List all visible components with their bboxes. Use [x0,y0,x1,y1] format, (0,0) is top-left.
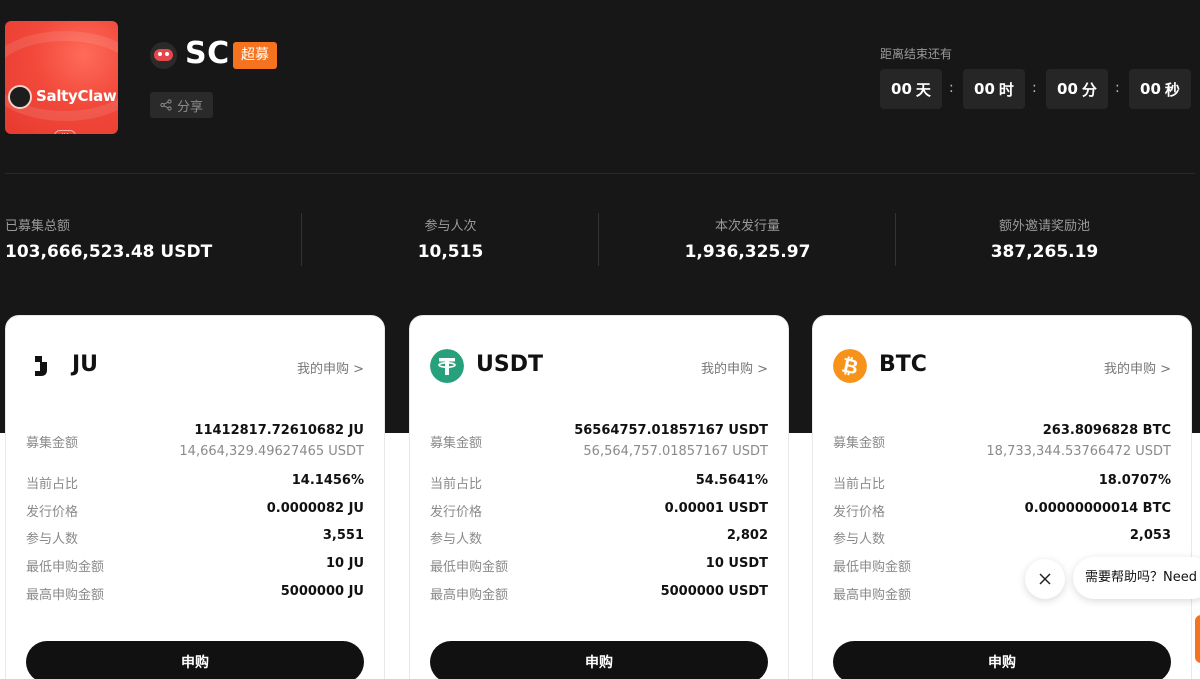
countdown-days: 00 天 [880,69,942,109]
card-token-name: BTC [879,352,927,377]
row-value: 2,802 [726,528,768,543]
row-subvalue: 56,564,757.01857167 USDT [583,444,768,459]
row-value: 10 JU [325,556,364,571]
share-button[interactable]: 分享 [150,92,213,118]
row-label: 发行价格 [26,505,79,520]
usdt-icon [430,349,464,383]
row-subvalue: 18,733,344.53766472 USDT [986,444,1171,459]
stat-participants-label: 参与人次 [424,219,477,234]
row-label: 参与人数 [833,532,886,547]
row-label: 当前占比 [833,477,886,492]
subscribe-button[interactable]: 申购 [833,641,1171,679]
countdown-minutes-unit: 分 [1081,80,1097,99]
row-value: 2,053 [1129,528,1171,543]
row-value: 14.1456% [291,473,364,488]
row-label: 发行价格 [430,505,483,520]
row-value: 3,551 [322,528,364,543]
subscribe-button[interactable]: 申购 [430,641,768,679]
row-label: 最低申购金额 [833,560,912,575]
countdown-separator: : [1032,80,1037,96]
row-label: 参与人数 [26,532,79,547]
share-label: 分享 [176,99,203,115]
row-label: 最低申购金额 [26,560,105,575]
mascot-icon [8,85,32,109]
row-label: 募集金额 [833,436,886,451]
my-subscription-link[interactable]: 我的申购 > [1104,358,1171,377]
header-divider [5,173,1195,174]
countdown-days-value: 00 [891,80,912,98]
share-icon [160,99,172,111]
stat-issuance-label: 本次发行量 [714,219,780,234]
row-label: 最高申购金额 [833,588,912,603]
countdown-separator: : [1115,80,1120,96]
row-value: 10 USDT [705,556,768,571]
row-label: 发行价格 [833,505,886,520]
subscription-card-usdt: USDT 我的申购 > 募集金额 56564757.01857167 USDT … [409,315,789,679]
row-label: 募集金额 [26,436,79,451]
stat-participants-value: 10,515 [417,242,484,262]
countdown-hours-value: 00 [974,80,995,98]
row-value: 11412817.72610682 JU [194,423,364,438]
countdown-seconds-value: 00 [1140,80,1161,98]
stat-reward-pool-label: 额外邀请奖励池 [998,219,1090,234]
row-value: 0.00000000014 BTC [1024,501,1171,516]
row-value: 54.5641% [695,473,768,488]
row-subvalue: 14,664,329.49627465 USDT [179,444,364,459]
countdown-hours-unit: 时 [998,80,1014,99]
token-avatar-icon [150,42,177,69]
stat-total-raised-label: 已募集总额 [5,219,71,234]
countdown-separator: : [949,80,954,96]
countdown-minutes-value: 00 [1057,80,1078,98]
row-value: 5000000 USDT [660,584,768,599]
subscription-card-ju: JU 我的申购 > 募集金额 11412817.72610682 JU 14,6… [5,315,385,679]
logo-brand-text: SaltyClaw [36,87,117,105]
row-value: 263.8096828 BTC [1042,423,1171,438]
countdown-seconds-unit: 秒 [1164,80,1180,99]
help-bubble[interactable]: 需要帮助吗？Need [1073,557,1200,599]
stat-total-raised-value: 103,666,523.48 USDT [5,242,213,262]
card-token-name: JU [72,352,99,377]
my-subscription-link[interactable]: 我的申购 > [701,358,768,377]
countdown-seconds: 00 秒 [1129,69,1191,109]
row-label: 募集金额 [430,436,483,451]
close-icon [1039,573,1051,585]
status-badge: 超募 [233,42,277,69]
subscription-card-btc: ₿ BTC 我的申购 > 募集金额 263.8096828 BTC 18,733… [812,315,1192,679]
row-value: 5000000 JU [280,584,364,599]
btc-icon: ₿ [833,349,867,383]
logo-ju-mark: JU [54,130,76,134]
row-label: 当前占比 [430,477,483,492]
token-symbol: SC [185,36,230,71]
project-logo: SaltyClaw JU [5,21,118,134]
card-token-name: USDT [476,352,543,377]
countdown-minutes: 00 分 [1046,69,1108,109]
row-value: 0.00001 USDT [664,501,768,516]
countdown-days-unit: 天 [915,80,931,99]
help-close-button[interactable] [1025,559,1065,599]
row-label: 最高申购金额 [26,588,105,603]
stat-issuance-value: 1,936,325.97 [684,242,811,262]
row-label: 参与人数 [430,532,483,547]
support-tab[interactable] [1195,615,1200,663]
countdown-label: 距离结束还有 [880,47,953,61]
row-label: 最低申购金额 [430,560,509,575]
my-subscription-link[interactable]: 我的申购 > [297,358,364,377]
countdown-hours: 00 时 [963,69,1025,109]
row-label: 当前占比 [26,477,79,492]
row-value: 18.0707% [1098,473,1171,488]
row-label: 最高申购金额 [430,588,509,603]
ju-icon [35,356,47,376]
row-value: 0.0000082 JU [266,501,364,516]
row-value: 56564757.01857167 USDT [574,423,768,438]
subscribe-button[interactable]: 申购 [26,641,364,679]
stat-reward-pool-value: 387,265.19 [990,242,1099,262]
